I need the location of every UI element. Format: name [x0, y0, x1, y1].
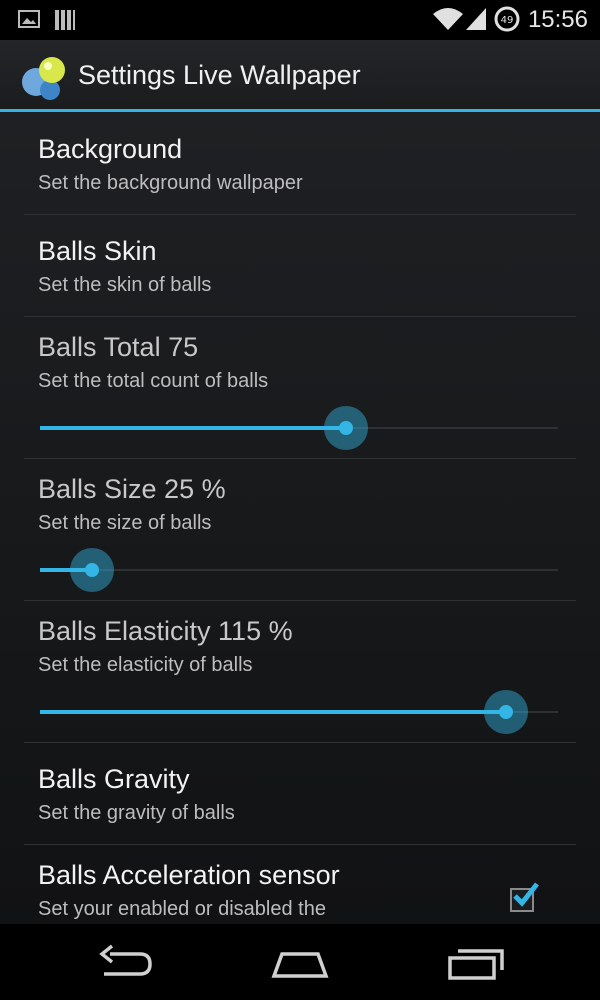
- pref-balls-acceleration[interactable]: Balls Acceleration sensor Set your enabl…: [24, 844, 576, 924]
- pref-background[interactable]: Background Set the background wallpaper: [24, 112, 576, 215]
- wifi-icon: [432, 6, 464, 36]
- balls-total-slider[interactable]: [40, 406, 558, 450]
- pref-balls-size[interactable]: Balls Size 25 % Set the size of balls: [24, 458, 576, 601]
- signal-bars-icon: [54, 8, 76, 36]
- slider-thumb[interactable]: [69, 548, 114, 592]
- clock: 15:56: [527, 6, 588, 33]
- image-icon: [18, 8, 40, 34]
- pref-summary: Set the size of balls: [38, 512, 212, 534]
- pref-title: Balls Size 25 %: [38, 474, 226, 504]
- pref-balls-elasticity[interactable]: Balls Elasticity 115 % Set the elasticit…: [24, 600, 576, 743]
- balls-app-icon[interactable]: [20, 54, 68, 102]
- pref-balls-total[interactable]: Balls Total 75 Set the total count of ba…: [24, 316, 576, 459]
- pref-summary: Set the background wallpaper: [38, 172, 303, 194]
- pref-title: Background: [38, 134, 183, 164]
- pref-title: Balls Elasticity 115 %: [38, 616, 293, 646]
- slider-thumb[interactable]: [323, 406, 368, 450]
- preferences-list: Background Set the background wallpaper …: [0, 112, 600, 924]
- balls-size-slider[interactable]: [40, 548, 558, 592]
- battery-icon: 49: [493, 5, 521, 37]
- pref-title: Balls Total 75: [38, 332, 199, 362]
- svg-text:49: 49: [501, 15, 514, 26]
- slider-progress: [40, 710, 507, 714]
- pref-title: Balls Skin: [38, 236, 157, 266]
- back-icon[interactable]: [96, 942, 154, 986]
- page-title: Settings Live Wallpaper: [78, 60, 361, 90]
- slider-thumb[interactable]: [484, 690, 529, 734]
- status-bar: 49 15:56: [0, 0, 600, 40]
- pref-summary: Set your enabled or disabled the: [38, 898, 326, 920]
- slider-progress: [40, 426, 346, 430]
- cell-signal-icon: [464, 6, 488, 36]
- balls-elasticity-slider[interactable]: [40, 690, 558, 734]
- acceleration-checkbox[interactable]: [510, 882, 539, 912]
- pref-balls-gravity[interactable]: Balls Gravity Set the gravity of balls: [24, 742, 576, 845]
- pref-summary: Set the gravity of balls: [38, 802, 235, 824]
- pref-summary: Set the total count of balls: [38, 370, 269, 392]
- pref-title: Balls Acceleration sensor: [38, 860, 340, 890]
- home-icon[interactable]: [270, 942, 330, 986]
- recents-icon[interactable]: [446, 942, 506, 986]
- navigation-bar: [0, 924, 600, 1000]
- pref-balls-skin[interactable]: Balls Skin Set the skin of balls: [24, 214, 576, 317]
- pref-summary: Set the elasticity of balls: [38, 654, 253, 676]
- pref-title: Balls Gravity: [38, 764, 190, 794]
- pref-summary: Set the skin of balls: [38, 274, 212, 296]
- checkmark-icon: [513, 882, 539, 907]
- action-bar: Settings Live Wallpaper: [0, 40, 600, 112]
